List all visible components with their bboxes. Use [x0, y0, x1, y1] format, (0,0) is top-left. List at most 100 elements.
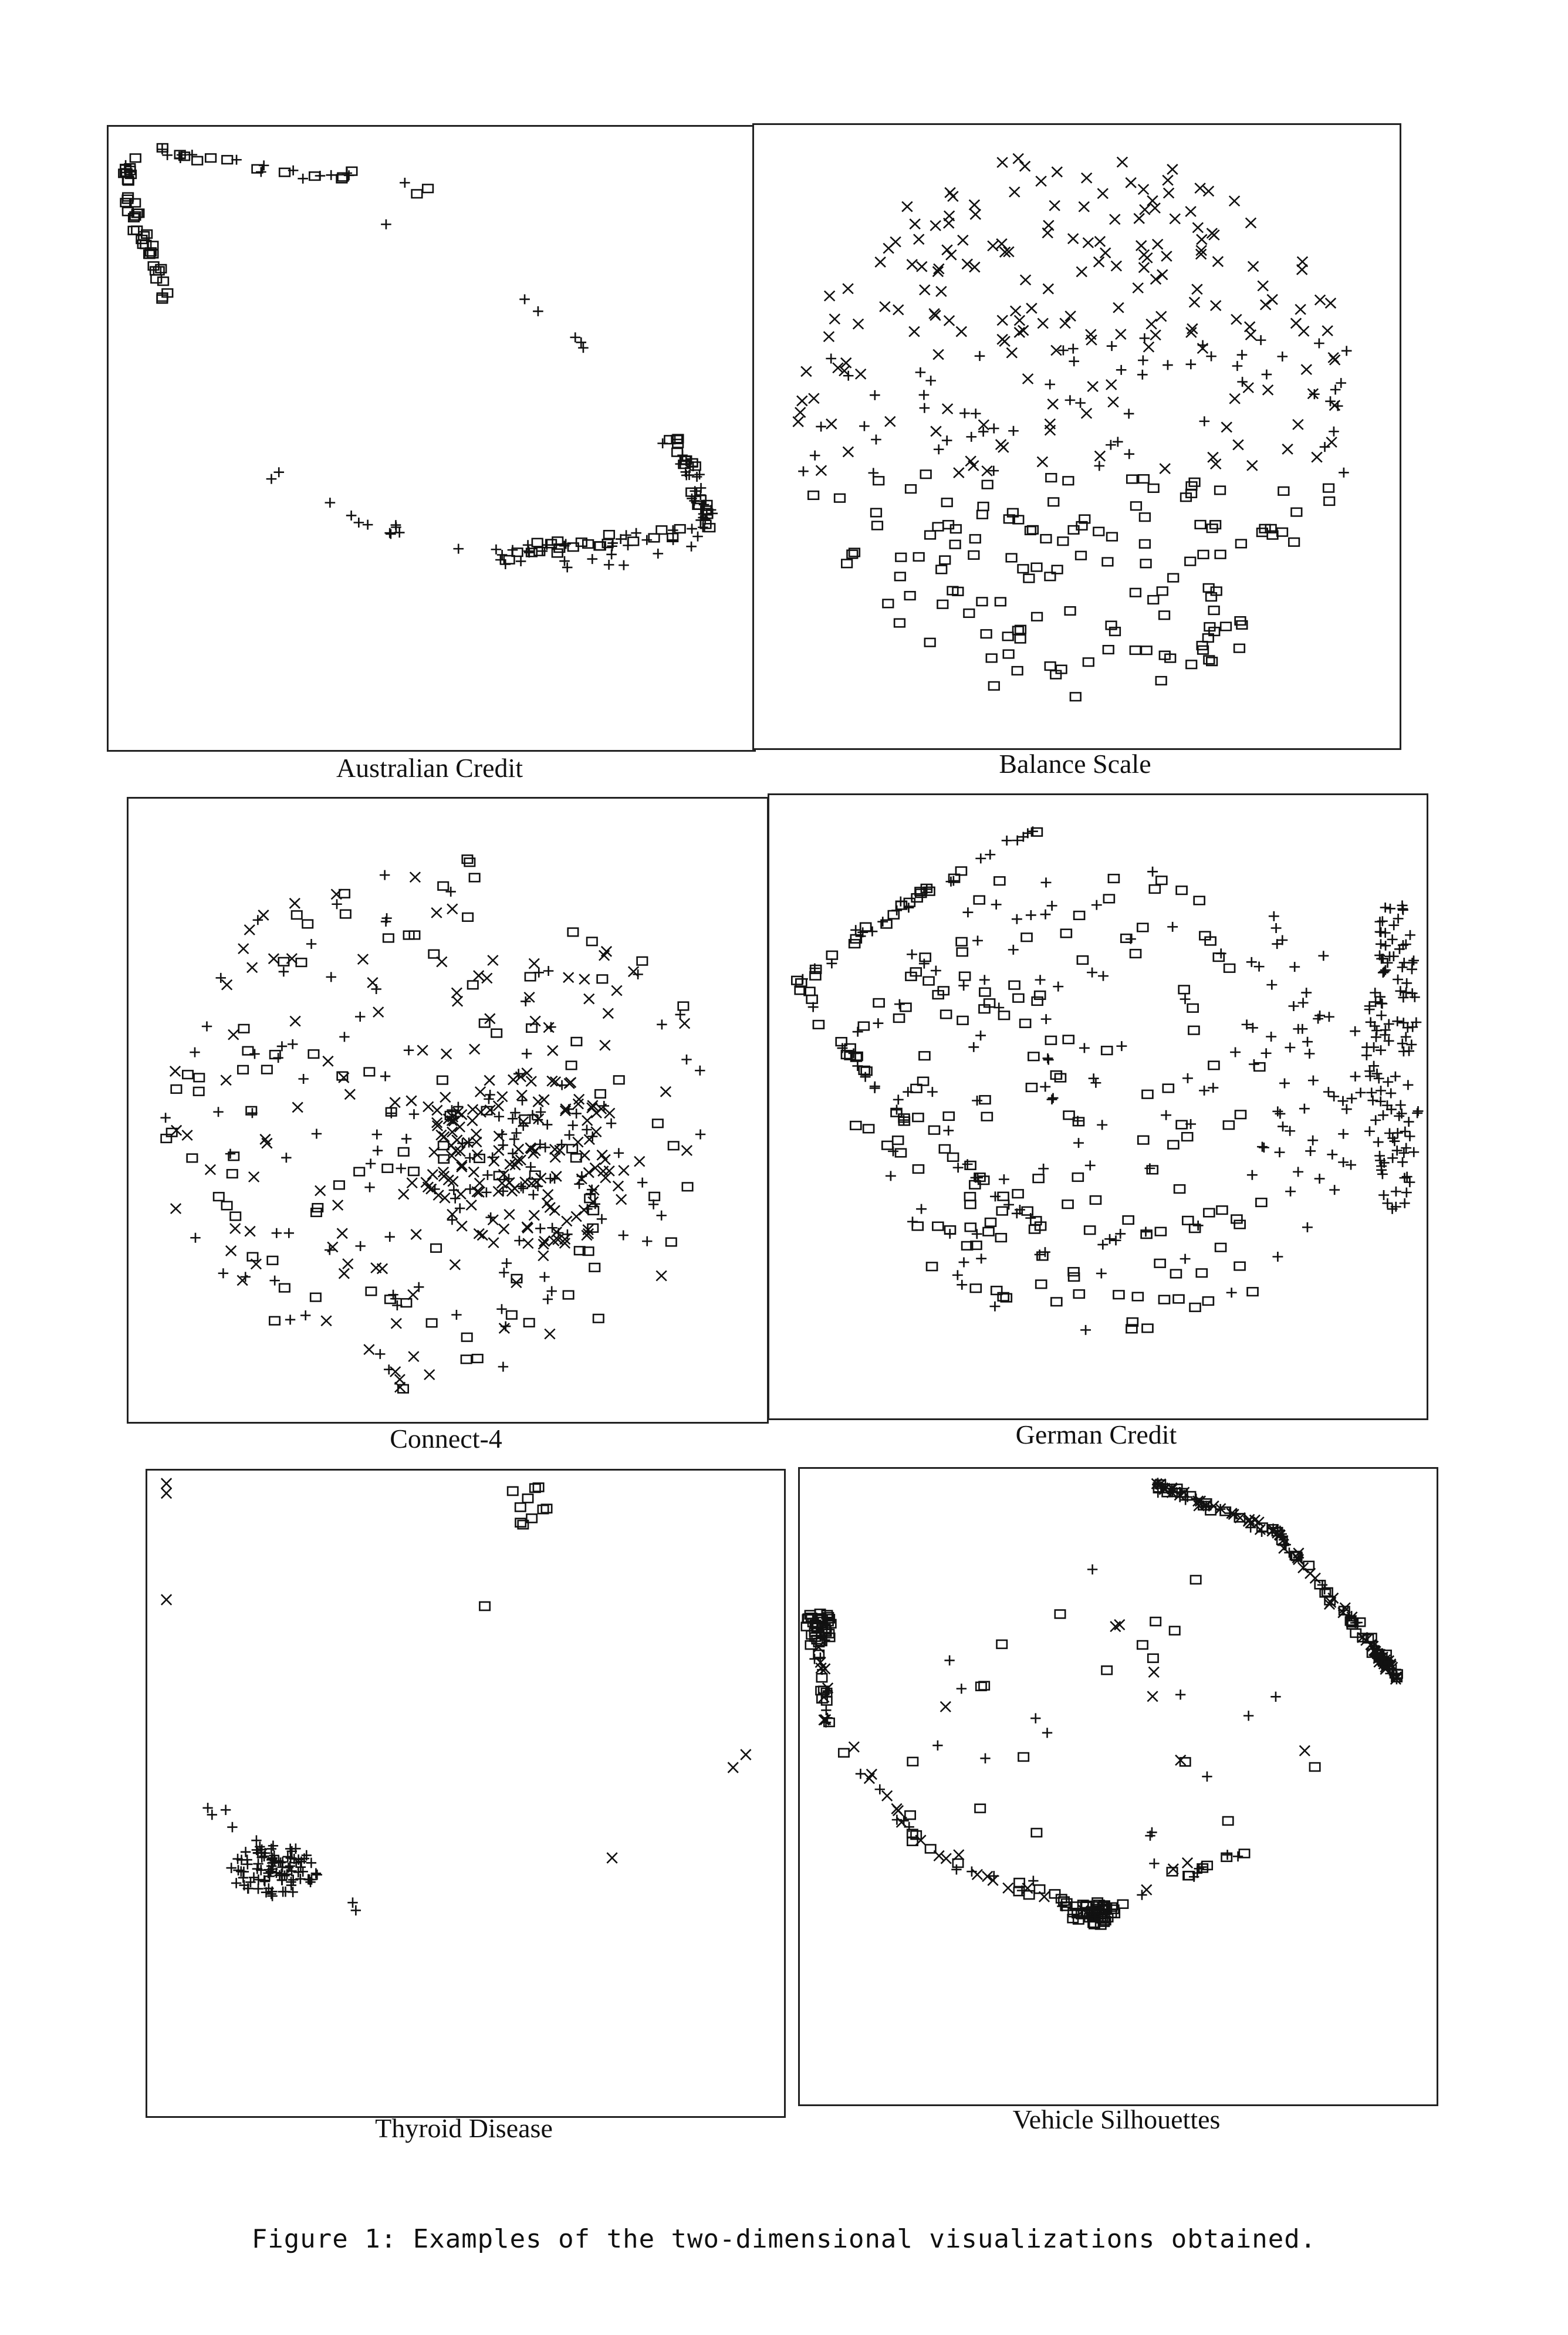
data-point-plus [375, 1349, 386, 1359]
data-point-square [1073, 1289, 1086, 1299]
data-point-plus [1098, 971, 1109, 981]
data-point-cross [238, 943, 249, 955]
data-point-cross [1059, 317, 1071, 329]
data-point-cross [848, 1741, 860, 1753]
data-point-square [1323, 496, 1336, 506]
data-point-plus [1040, 1082, 1051, 1092]
data-point-cross [866, 1768, 877, 1780]
data-point-plus [384, 1232, 395, 1242]
data-point-square [1234, 1261, 1246, 1271]
data-point-cross [968, 199, 981, 211]
data-point-plus [1329, 426, 1339, 437]
data-point-cross [1141, 1884, 1153, 1895]
data-point-plus [295, 1874, 306, 1884]
data-point-square [979, 987, 991, 997]
data-point-square [365, 1286, 377, 1296]
data-point-plus [379, 870, 390, 880]
data-point-square [1141, 1323, 1154, 1333]
data-point-square [1129, 645, 1141, 655]
data-point-plus [332, 899, 342, 910]
data-point-plus [888, 1146, 898, 1157]
data-point-plus [256, 167, 266, 177]
data-point-plus [447, 1215, 458, 1225]
data-point-square [841, 559, 853, 569]
data-point-cross [169, 1066, 181, 1077]
data-point-square [1147, 1653, 1159, 1663]
data-point-plus [919, 403, 930, 413]
data-point-plus [570, 332, 581, 343]
panel-label: Thyroid Disease [375, 2113, 553, 2143]
data-point-plus [265, 1866, 276, 1877]
data-point-square [592, 1313, 604, 1323]
data-point-square [397, 1147, 410, 1157]
data-point-plus [1378, 1110, 1388, 1120]
data-point-square [920, 469, 932, 479]
data-point-cross [488, 1237, 499, 1249]
data-point-plus [201, 1021, 212, 1032]
data-point-plus [958, 981, 969, 991]
data-point-square [850, 1120, 862, 1130]
data-point-plus [1073, 1138, 1084, 1148]
data-point-plus [1377, 967, 1388, 978]
data-point-square [1223, 963, 1236, 973]
data-point-square [603, 529, 616, 540]
data-point-plus [1314, 1174, 1325, 1184]
data-point-cross [1093, 256, 1105, 268]
data-point-square [894, 1148, 907, 1158]
data-point-cross [1022, 373, 1034, 384]
data-point-cross [363, 1344, 375, 1355]
data-point-square [1146, 1165, 1159, 1175]
data-point-square [919, 952, 931, 962]
data-point-square [461, 1332, 473, 1342]
data-point-plus [1246, 957, 1257, 967]
data-point-cross [181, 1130, 193, 1141]
data-point-cross [906, 259, 918, 271]
data-point-cross [794, 407, 806, 418]
data-point-plus [227, 1822, 238, 1833]
data-point-square [677, 1001, 690, 1011]
data-point-plus [877, 917, 888, 927]
data-point-square [1188, 1025, 1200, 1035]
data-point-square [1175, 886, 1188, 896]
data-point-square [1147, 483, 1160, 493]
data-point-square [1216, 1205, 1228, 1215]
data-point-square [596, 974, 609, 984]
panel-vehicle-silhouettes [798, 1467, 1438, 2106]
data-point-plus [675, 1009, 685, 1020]
data-point-plus [1323, 1012, 1334, 1022]
data-point-square [150, 274, 163, 284]
data-point-cross [1245, 329, 1257, 340]
data-point-cross [431, 907, 442, 918]
data-point-plus [976, 1253, 987, 1264]
data-point-square [1175, 1120, 1188, 1130]
data-point-plus [587, 554, 598, 565]
data-point-plus [1380, 902, 1391, 913]
data-point-cross [244, 924, 255, 935]
data-point-plus [1299, 1103, 1310, 1114]
data-point-square [1018, 1752, 1030, 1762]
data-point-cross [538, 1250, 549, 1262]
data-point-square [1172, 1294, 1185, 1304]
data-point-plus [1003, 1199, 1014, 1210]
data-point-plus [300, 1310, 311, 1320]
data-point-cross [1094, 236, 1106, 247]
data-point-cross [1147, 1691, 1158, 1702]
data-point-cross [940, 1701, 951, 1712]
data-point-cross [660, 1086, 672, 1097]
data-point-plus [157, 144, 168, 155]
data-point-square [674, 524, 686, 534]
data-point-plus [1338, 1128, 1349, 1139]
data-point-cross [221, 979, 233, 991]
data-point-square [278, 167, 291, 177]
data-point-cross [468, 1166, 479, 1178]
data-point-plus [1255, 335, 1266, 346]
data-point-square [996, 1206, 1009, 1216]
data-point-square [131, 225, 143, 235]
data-point-square [1102, 644, 1114, 655]
data-point-plus [1380, 940, 1391, 951]
data-point-plus [1144, 1163, 1155, 1174]
data-point-plus [1115, 1228, 1126, 1239]
data-point-cross [1013, 315, 1026, 326]
data-point-square [667, 1141, 680, 1151]
data-point-cross [170, 1203, 182, 1214]
